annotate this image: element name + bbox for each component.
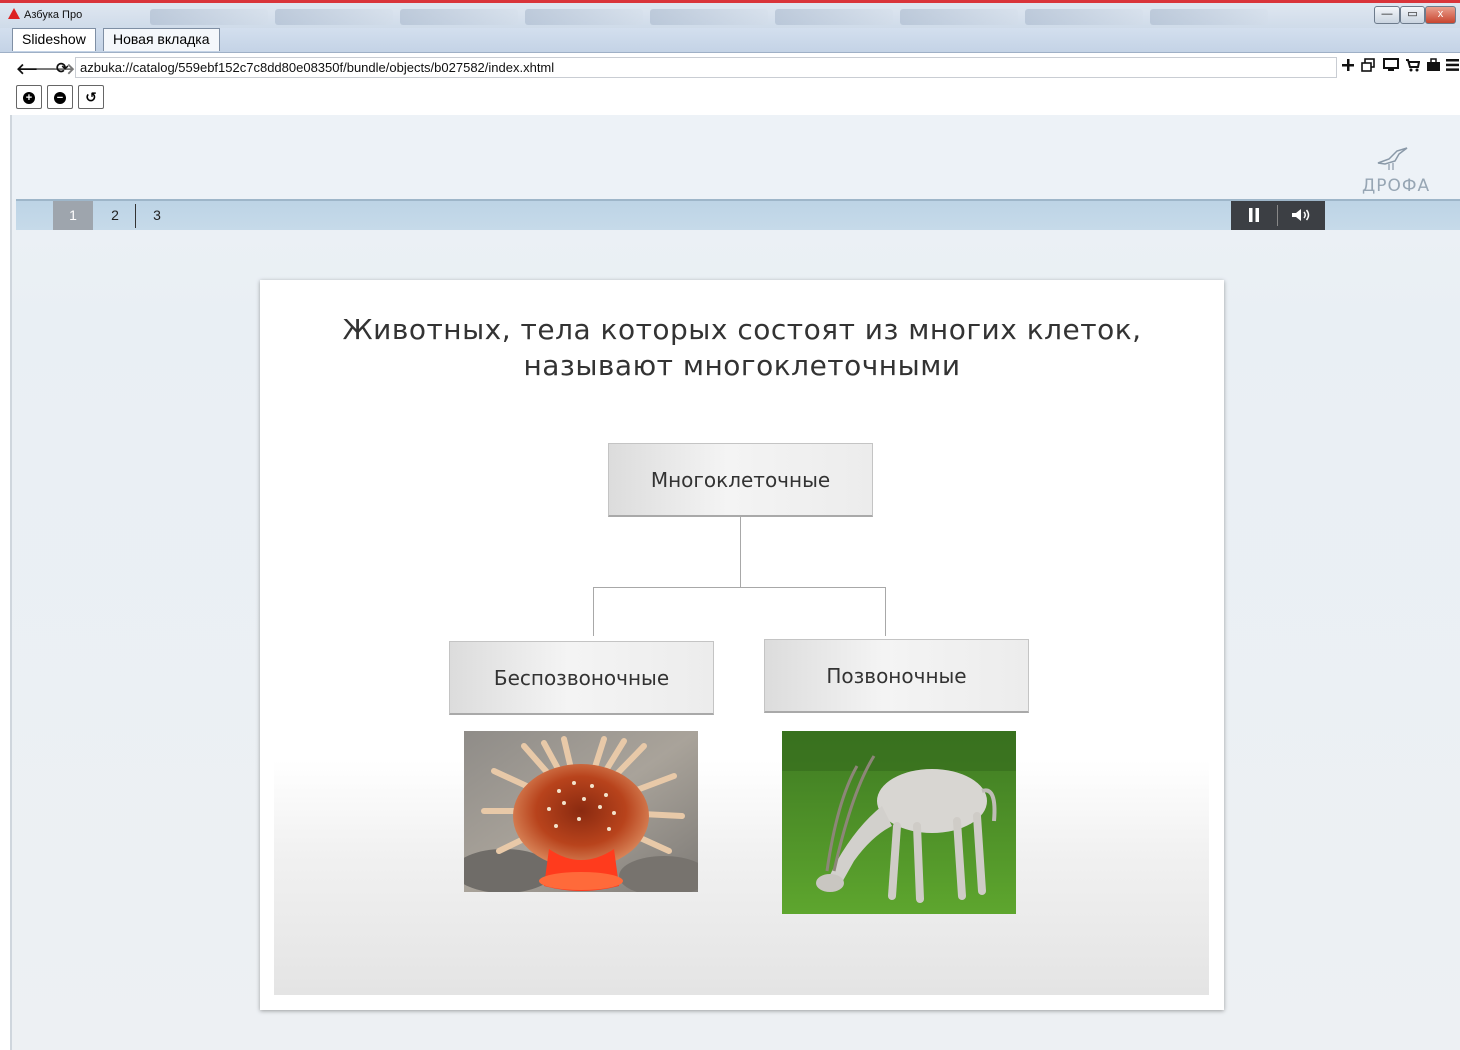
tab-slideshow[interactable]: Slideshow [12,28,96,51]
slide-title-line-2: называют многоклеточными [523,349,961,382]
app-logo-icon [8,8,20,19]
background-taskbar-tab [1150,9,1268,25]
background-taskbar-tab [150,9,268,25]
sea-anemone-photo [464,731,698,892]
background-taskbar-tab [525,9,643,25]
node-vertebrates: Позвоночные [764,639,1029,713]
monitor-icon[interactable] [1383,58,1399,72]
page-button-1[interactable]: 1 [53,201,93,230]
node-multicellular: Многоклеточные [608,443,873,517]
maximize-button[interactable]: ▭ [1400,6,1425,24]
zoom-in-button[interactable]: + [16,85,42,109]
brand-logo: ДРОФА [1362,145,1431,196]
volume-button[interactable] [1278,201,1324,230]
tab-new-tab[interactable]: Новая вкладка [103,28,220,51]
slide-card: Животных, тела которых состоят из многих… [260,280,1224,1010]
tree-connector [885,587,886,636]
zoom-out-button[interactable]: − [47,85,73,109]
brand-name: ДРОФА [1362,176,1431,196]
close-button[interactable]: x [1425,6,1456,24]
copy-window-icon[interactable] [1361,58,1376,72]
address-bar-input[interactable]: azbuka://catalog/559ebf152c7c8dd80e08350… [75,57,1337,78]
slide-title-line-1: Животных, тела которых состоят из многих… [342,313,1142,346]
zoom-reset-button[interactable]: ↺ [78,85,104,109]
background-taskbar-tab [400,9,518,25]
background-taskbar-tab [650,9,768,25]
plus-circle-icon: + [23,92,35,105]
reload-icon[interactable]: ⟳ [56,59,69,77]
window-titlebar: Азбука Про — ▭ x [0,0,1460,28]
briefcase-icon[interactable] [1426,58,1441,72]
tree-connector [593,587,594,636]
tab-strip: Slideshow Новая вкладка [0,28,1460,53]
slide-title: Животных, тела которых состоят из многих… [260,312,1224,384]
node-invertebrates: Беспозвоночные [449,641,714,715]
menu-icon[interactable] [1446,59,1459,71]
add-icon[interactable] [1342,59,1354,71]
page-button-2[interactable]: 2 [95,201,135,230]
background-taskbar-tab [275,9,393,25]
pause-button[interactable] [1231,201,1277,230]
tree-connector [740,517,741,587]
background-taskbar-tab [900,9,1018,25]
bird-logo-icon [1377,147,1408,170]
pager-divider [135,204,136,228]
minimize-button[interactable]: — [1374,6,1400,24]
window-title: Азбука Про [24,9,83,21]
slide-pager: 1 2 3 [16,199,1460,230]
speaker-icon [1292,209,1310,221]
browser-toolbar: 🡐 🡒 ⟳ azbuka://catalog/559ebf152c7c8dd80… [0,53,1460,115]
player-header: ДРОФА [12,115,1460,199]
cart-icon[interactable] [1405,58,1420,72]
pause-icon [1249,208,1259,222]
background-taskbar-tab [1025,9,1143,25]
background-taskbar-tab [775,9,893,25]
slide-floor-gradient [274,760,1209,995]
content-viewport: ДРОФА 1 2 3 Животных, тела которых состо… [10,115,1460,1050]
tree-connector [593,587,886,588]
antelope-photo [782,731,1016,914]
media-controls [1231,201,1325,230]
minus-circle-icon: − [54,92,66,105]
page-button-3[interactable]: 3 [137,201,177,230]
